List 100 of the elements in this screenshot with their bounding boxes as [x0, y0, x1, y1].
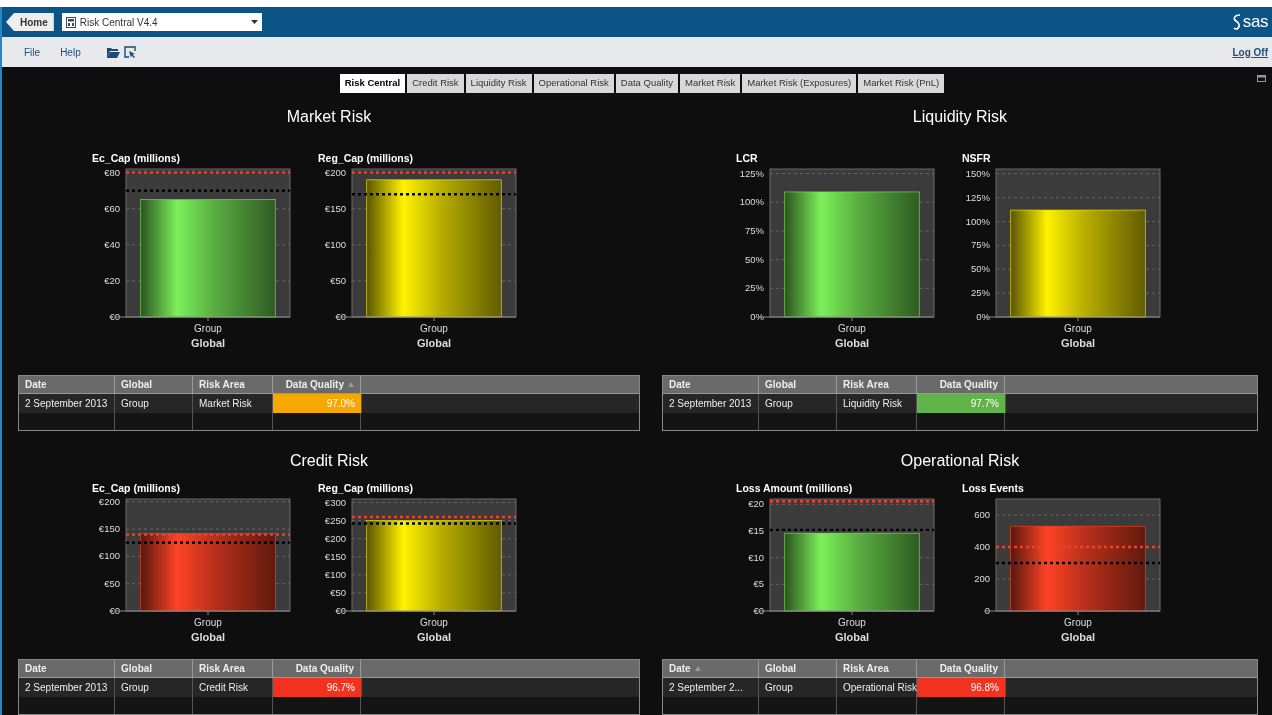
- tab[interactable]: Risk Central: [339, 74, 406, 93]
- tick-label: €200: [98, 495, 120, 507]
- column-header[interactable]: Data Quality: [917, 376, 1005, 393]
- category-label: Group: [838, 323, 866, 334]
- logo: sas: [1242, 11, 1268, 34]
- calculator-icon: [65, 16, 76, 28]
- tick-label: 0%: [750, 311, 764, 322]
- category-label: Group: [194, 323, 222, 334]
- tab[interactable]: Market Risk (Exposures): [742, 74, 857, 93]
- column-header[interactable]: Data Quality: [917, 660, 1005, 677]
- tick-label: €0: [109, 605, 120, 616]
- panel-title: Market Risk: [285, 107, 373, 127]
- column-header[interactable]: Global: [759, 660, 837, 677]
- table-cell: 2 September 2...: [663, 678, 759, 697]
- category-label: Group: [1064, 617, 1092, 628]
- select-cursor-icon[interactable]: [123, 46, 136, 58]
- tick-label: 600: [974, 509, 990, 520]
- tick-label: 25%: [745, 282, 764, 294]
- column-header[interactable]: Global: [115, 376, 193, 393]
- axis-label: Global: [416, 631, 452, 643]
- category-label: Group: [838, 617, 866, 628]
- column-header[interactable]: Date: [663, 376, 759, 393]
- chart-title: NSFR: [962, 152, 991, 164]
- caret-icon: [250, 20, 258, 24]
- menu-item[interactable]: File: [24, 44, 41, 60]
- tick-label: €80: [104, 166, 120, 178]
- column-header[interactable]: Risk Area: [193, 660, 273, 677]
- column-header[interactable]: Data Quality: [273, 376, 361, 393]
- column-header[interactable]: Data Quality: [273, 660, 361, 677]
- tick-label: €40: [104, 238, 120, 250]
- table-row[interactable]: 2 September 2... Group Operational Risk 96.8%: [663, 678, 1257, 697]
- column-header[interactable]: Risk Area: [837, 376, 917, 393]
- category-label: Group: [1064, 323, 1092, 334]
- axis-label: Global: [834, 631, 870, 643]
- tab[interactable]: Market Risk: [680, 74, 741, 93]
- table-row[interactable]: 2 September 2013 Group Liquidity Risk 97.7%: [663, 394, 1257, 413]
- tick-label: €100: [324, 238, 346, 250]
- tick-label: 200: [974, 573, 990, 584]
- tab[interactable]: Market Risk (PnL): [858, 74, 945, 93]
- table-cell: 2 September 2013: [19, 678, 115, 697]
- tick-label: 0%: [976, 311, 990, 322]
- chart-title: LCR: [736, 152, 758, 164]
- table-cell: Group: [115, 394, 193, 413]
- axis-label: Global: [834, 337, 870, 349]
- tick-label: €300: [324, 496, 346, 508]
- tick-label: €60: [104, 202, 120, 214]
- column-header[interactable]: Global: [115, 660, 193, 677]
- tab[interactable]: Liquidity Risk: [465, 74, 532, 93]
- tick-label: €200: [324, 532, 346, 544]
- tick-label: €0: [335, 605, 346, 616]
- chart-title: Reg_Cap (millions): [318, 152, 414, 164]
- column-header[interactable]: Risk Area: [193, 376, 273, 393]
- panel-title: Operational Risk: [899, 451, 1021, 471]
- tick-label: €0: [109, 311, 120, 322]
- table-row[interactable]: 2 September 2013 Group Credit Risk 96.7%: [19, 678, 639, 697]
- panel-title: Credit Risk: [288, 451, 370, 471]
- tick-label: 50%: [971, 263, 990, 275]
- tick-label: €50: [104, 577, 120, 589]
- chart-title: Ec_Cap (millions): [92, 152, 181, 164]
- table-cell: 2 September 2013: [19, 394, 115, 413]
- app-dropdown[interactable]: Risk Central V4.4: [61, 13, 262, 31]
- table-row[interactable]: 2 September 2013 Group Market Risk 97.0%: [19, 394, 639, 413]
- tick-label: €20: [104, 274, 120, 286]
- folder-icon[interactable]: [106, 46, 120, 58]
- column-header[interactable]: Risk Area: [837, 660, 917, 677]
- chart-title: Loss Amount (millions): [736, 482, 853, 494]
- tick-label: €100: [98, 550, 120, 562]
- column-header[interactable]: Global: [759, 376, 837, 393]
- tick-label: 125%: [739, 167, 764, 179]
- sort-arrow-icon: [348, 382, 354, 387]
- axis-label: Global: [1060, 337, 1096, 349]
- category-label: Group: [420, 323, 448, 334]
- tick-label: 25%: [971, 287, 990, 299]
- table-cell: Group: [759, 678, 837, 697]
- tick-label: 400: [974, 541, 990, 552]
- quality-cell: 97.0%: [273, 394, 361, 413]
- column-header[interactable]: Date: [19, 376, 115, 393]
- tick-label: €5: [753, 578, 764, 590]
- column-header[interactable]: Date: [19, 660, 115, 677]
- category-label: Group: [420, 617, 448, 628]
- tab[interactable]: Credit Risk: [407, 74, 464, 93]
- tab[interactable]: Operational Risk: [533, 74, 614, 93]
- home-button[interactable]: Home: [6, 13, 54, 31]
- restore-icon[interactable]: [1257, 75, 1266, 82]
- tick-label: €200: [324, 166, 346, 178]
- chart-title: Loss Events: [962, 482, 1024, 494]
- tab[interactable]: Data Quality: [615, 74, 679, 93]
- tick-label: €150: [324, 202, 346, 214]
- tick-label: 50%: [745, 253, 764, 265]
- axis-label: Global: [190, 631, 226, 643]
- tick-label: 75%: [971, 239, 990, 251]
- menu-item[interactable]: Help: [60, 44, 81, 60]
- tick-label: €10: [748, 551, 764, 563]
- logo-mark-icon: [1231, 14, 1242, 30]
- axis-label: Global: [190, 337, 226, 349]
- tick-label: €0: [753, 605, 764, 616]
- column-header[interactable]: Date: [663, 660, 759, 677]
- log-off-link[interactable]: Log Off: [1232, 44, 1268, 60]
- axis-label: Global: [416, 337, 452, 349]
- sort-arrow-icon: [694, 666, 701, 671]
